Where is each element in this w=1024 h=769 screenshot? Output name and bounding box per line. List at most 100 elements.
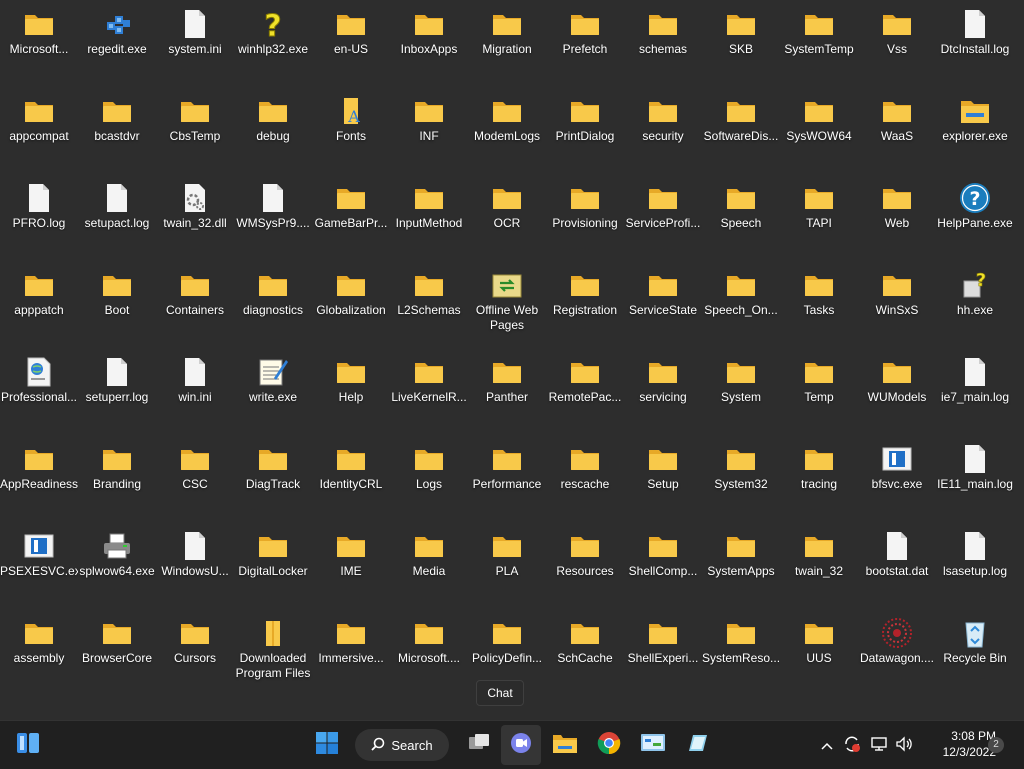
desktop-icon-tapi[interactable]: TAPI — [780, 174, 858, 254]
desktop-icon-csc[interactable]: CSC — [156, 435, 234, 515]
desktop-icon-boot[interactable]: Boot — [78, 261, 156, 341]
file-explorer-button[interactable] — [545, 725, 585, 765]
desktop-icon-tasks[interactable]: Tasks — [780, 261, 858, 341]
widgets-button[interactable] — [8, 725, 48, 765]
desktop-icon-appreadiness[interactable]: AppReadiness — [0, 435, 78, 515]
start-button[interactable] — [307, 725, 347, 765]
desktop-icon-downloaded-program-files[interactable]: Downloaded Program Files — [234, 609, 312, 689]
desktop-icon-hh-exe[interactable]: ? hh.exe — [936, 261, 1014, 341]
desktop-icon-bfsvc-exe[interactable]: bfsvc.exe — [858, 435, 936, 515]
desktop-icon-vss[interactable]: Vss — [858, 0, 936, 80]
desktop-icon-syswow64[interactable]: SysWOW64 — [780, 87, 858, 167]
desktop-icon-modemlogs[interactable]: ModemLogs — [468, 87, 546, 167]
desktop-icon-microsoft-windows-cloudexperiencehost[interactable]: Microsoft... — [0, 0, 78, 80]
desktop-icon-livekernelr[interactable]: LiveKernelR... — [390, 348, 468, 428]
desktop-icon-speech[interactable]: Speech — [702, 174, 780, 254]
desktop-icon-psexesvc-exe[interactable]: PSEXESVC.exe — [0, 522, 78, 602]
desktop-icon-serviceprofi[interactable]: ServiceProfi... — [624, 174, 702, 254]
desktop-icon-softwaredis[interactable]: SoftwareDis... — [702, 87, 780, 167]
desktop-icon-appcompat[interactable]: appcompat — [0, 87, 78, 167]
desktop-icon-schemas[interactable]: schemas — [624, 0, 702, 80]
desktop-icon-speech-on[interactable]: Speech_On... — [702, 261, 780, 341]
desktop-icon-microsoft[interactable]: Microsoft.... — [390, 609, 468, 689]
desktop-icon-systemreso[interactable]: SystemReso... — [702, 609, 780, 689]
desktop-icon-branding[interactable]: Branding — [78, 435, 156, 515]
desktop-icon-identitycrl[interactable]: IdentityCRL — [312, 435, 390, 515]
desktop-icon-waas[interactable]: WaaS — [858, 87, 936, 167]
desktop-icon-systemtemp[interactable]: SystemTemp — [780, 0, 858, 80]
desktop-icon-pfro-log[interactable]: PFRO.log — [0, 174, 78, 254]
desktop-icon-regedit-exe[interactable]: regedit.exe — [78, 0, 156, 80]
update-tray-button[interactable] — [841, 733, 863, 757]
desktop-icon-shellcomp[interactable]: ShellComp... — [624, 522, 702, 602]
notification-badge[interactable]: 2 — [988, 737, 1004, 753]
desktop-icon-cbstemp[interactable]: CbsTemp — [156, 87, 234, 167]
desktop-icon-dtcinstall-log[interactable]: DtcInstall.log — [936, 0, 1014, 80]
desktop-icon-fonts[interactable]: A Fonts — [312, 87, 390, 167]
desktop-icon-ie7-main-log[interactable]: ie7_main.log — [936, 348, 1014, 428]
desktop-icon-immersive[interactable]: Immersive... — [312, 609, 390, 689]
desktop-icon-twain-32-dll[interactable]: twain_32.dll — [156, 174, 234, 254]
chrome-button[interactable] — [589, 725, 629, 765]
desktop-icon-help[interactable]: Help — [312, 348, 390, 428]
desktop-icon-inboxapps[interactable]: InboxApps — [390, 0, 468, 80]
desktop-icon-windowsu[interactable]: WindowsU... — [156, 522, 234, 602]
desktop-icon-skb[interactable]: SKB — [702, 0, 780, 80]
desktop-icon-pla[interactable]: PLA — [468, 522, 546, 602]
desktop-icon-policydefin[interactable]: PolicyDefin... — [468, 609, 546, 689]
desktop-icon-inputmethod[interactable]: InputMethod — [390, 174, 468, 254]
desktop-icon-winsxs[interactable]: WinSxS — [858, 261, 936, 341]
volume-tray-button[interactable] — [893, 733, 915, 757]
desktop-icon-debug[interactable]: debug — [234, 87, 312, 167]
desktop-icon-resources[interactable]: Resources — [546, 522, 624, 602]
desktop-icon-migration[interactable]: Migration — [468, 0, 546, 80]
show-hidden-icons-button[interactable] — [816, 733, 838, 757]
desktop-icon-security[interactable]: security — [624, 87, 702, 167]
notepad-app-button[interactable] — [677, 725, 717, 765]
desktop-icon-rescache[interactable]: rescache — [546, 435, 624, 515]
desktop-icon-tracing[interactable]: tracing — [780, 435, 858, 515]
desktop-icon-assembly[interactable]: assembly — [0, 609, 78, 689]
search-button[interactable]: Search — [355, 729, 449, 761]
desktop-icon-uus[interactable]: UUS — [780, 609, 858, 689]
desktop-icon-datawagon[interactable]: Datawagon.... — [858, 609, 936, 689]
desktop-icon-printdialog[interactable]: PrintDialog — [546, 87, 624, 167]
desktop-icon-ie11-main-log[interactable]: IE11_main.log — [936, 435, 1014, 515]
desktop-icon-inf[interactable]: INF — [390, 87, 468, 167]
desktop-icon-professional[interactable]: Professional... — [0, 348, 78, 428]
desktop-icon-shellexperi[interactable]: ShellExperi... — [624, 609, 702, 689]
desktop-icon-servicing[interactable]: servicing — [624, 348, 702, 428]
desktop-icon-write-exe[interactable]: write.exe — [234, 348, 312, 428]
desktop-icon-helppane-exe[interactable]: ? HelpPane.exe — [936, 174, 1014, 254]
desktop-icon-ime[interactable]: IME — [312, 522, 390, 602]
desktop-icon-remotepac[interactable]: RemotePac... — [546, 348, 624, 428]
desktop-icon-setuperr-log[interactable]: setuperr.log — [78, 348, 156, 428]
desktop-icon-system32[interactable]: System32 — [702, 435, 780, 515]
desktop-icon-browsercore[interactable]: BrowserCore — [78, 609, 156, 689]
desktop-icon-globalization[interactable]: Globalization — [312, 261, 390, 341]
desktop-icon-gamebarpr[interactable]: GameBarPr... — [312, 174, 390, 254]
desktop-icon-lsasetup-log[interactable]: lsasetup.log — [936, 522, 1014, 602]
desktop-icon-wumodels[interactable]: WUModels — [858, 348, 936, 428]
desktop-icon-performance[interactable]: Performance — [468, 435, 546, 515]
desktop-icon-servicestate[interactable]: ServiceState — [624, 261, 702, 341]
desktop-icon-prefetch[interactable]: Prefetch — [546, 0, 624, 80]
chat-button[interactable] — [501, 725, 541, 765]
desktop-icon-web[interactable]: Web — [858, 174, 936, 254]
control-panel-button[interactable] — [633, 725, 673, 765]
desktop-icon-setupact-log[interactable]: setupact.log — [78, 174, 156, 254]
desktop-icon-bcastdvr[interactable]: bcastdvr — [78, 87, 156, 167]
desktop-icon-splwow64-exe[interactable]: splwow64.exe — [78, 522, 156, 602]
desktop-icon-provisioning[interactable]: Provisioning — [546, 174, 624, 254]
network-tray-button[interactable] — [868, 733, 890, 757]
desktop-icon-containers[interactable]: Containers — [156, 261, 234, 341]
desktop-icon-system-ini[interactable]: system.ini — [156, 0, 234, 80]
desktop-icon-recycle-bin[interactable]: Recycle Bin — [936, 609, 1014, 689]
desktop-icon-panther[interactable]: Panther — [468, 348, 546, 428]
desktop-icon-logs[interactable]: Logs — [390, 435, 468, 515]
desktop-icon-explorer-exe[interactable]: explorer.exe — [936, 87, 1014, 167]
desktop-icon-win-ini[interactable]: win.ini — [156, 348, 234, 428]
clock[interactable]: 3:08 PM 12/3/2022 — [920, 728, 996, 760]
desktop-icon-registration[interactable]: Registration — [546, 261, 624, 341]
desktop-icon-twain-32[interactable]: twain_32 — [780, 522, 858, 602]
